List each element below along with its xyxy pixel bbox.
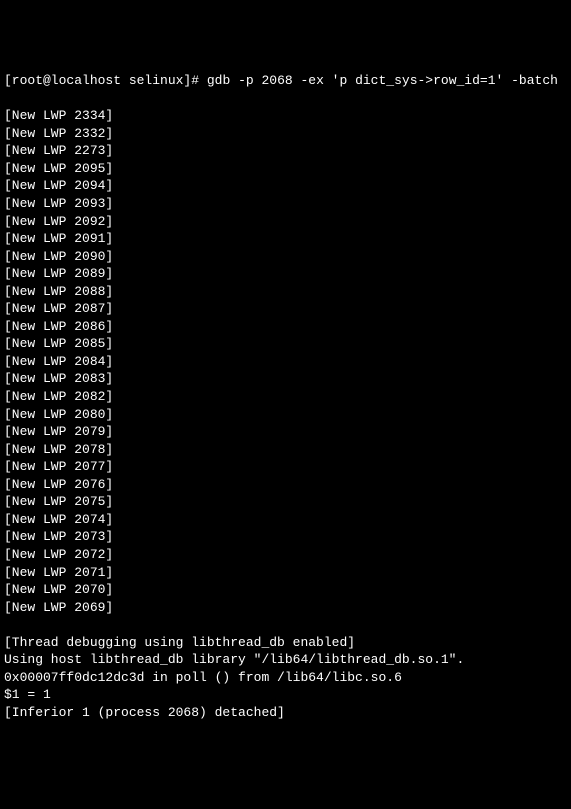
lwp-output-block: [New LWP 2334][New LWP 2332][New LWP 227… bbox=[4, 107, 567, 616]
lwp-output-line: [New LWP 2082] bbox=[4, 388, 567, 406]
lwp-output-line: [New LWP 2094] bbox=[4, 177, 567, 195]
lwp-output-line: [New LWP 2273] bbox=[4, 142, 567, 160]
lwp-output-line: [New LWP 2090] bbox=[4, 248, 567, 266]
output-line: $1 = 1 bbox=[4, 686, 567, 704]
lwp-output-line: [New LWP 2073] bbox=[4, 528, 567, 546]
lwp-output-line: [New LWP 2078] bbox=[4, 441, 567, 459]
lwp-output-line: [New LWP 2093] bbox=[4, 195, 567, 213]
footer-output-block: [Thread debugging using libthread_db ena… bbox=[4, 634, 567, 722]
lwp-output-line: [New LWP 2095] bbox=[4, 160, 567, 178]
prompt-user-host: [root@localhost selinux]# bbox=[4, 73, 199, 88]
lwp-output-line: [New LWP 2087] bbox=[4, 300, 567, 318]
lwp-output-line: [New LWP 2077] bbox=[4, 458, 567, 476]
lwp-output-line: [New LWP 2070] bbox=[4, 581, 567, 599]
lwp-output-line: [New LWP 2075] bbox=[4, 493, 567, 511]
lwp-output-line: [New LWP 2084] bbox=[4, 353, 567, 371]
lwp-output-line: [New LWP 2091] bbox=[4, 230, 567, 248]
lwp-output-line: [New LWP 2072] bbox=[4, 546, 567, 564]
output-line: Using host libthread_db library "/lib64/… bbox=[4, 651, 567, 669]
lwp-output-line: [New LWP 2088] bbox=[4, 283, 567, 301]
lwp-output-line: [New LWP 2085] bbox=[4, 335, 567, 353]
lwp-output-line: [New LWP 2080] bbox=[4, 406, 567, 424]
lwp-output-line: [New LWP 2083] bbox=[4, 370, 567, 388]
lwp-output-line: [New LWP 2071] bbox=[4, 564, 567, 582]
lwp-output-line: [New LWP 2079] bbox=[4, 423, 567, 441]
lwp-output-line: [New LWP 2086] bbox=[4, 318, 567, 336]
output-line: [Inferior 1 (process 2068) detached] bbox=[4, 704, 567, 722]
lwp-output-line: [New LWP 2092] bbox=[4, 213, 567, 231]
command-input[interactable]: gdb -p 2068 -ex 'p dict_sys->row_id=1' -… bbox=[207, 73, 558, 88]
lwp-output-line: [New LWP 2074] bbox=[4, 511, 567, 529]
command-line[interactable]: [root@localhost selinux]# gdb -p 2068 -e… bbox=[4, 72, 567, 90]
lwp-output-line: [New LWP 2332] bbox=[4, 125, 567, 143]
lwp-output-line: [New LWP 2089] bbox=[4, 265, 567, 283]
output-line: 0x00007ff0dc12dc3d in poll () from /lib6… bbox=[4, 669, 567, 687]
output-line: [Thread debugging using libthread_db ena… bbox=[4, 634, 567, 652]
lwp-output-line: [New LWP 2334] bbox=[4, 107, 567, 125]
lwp-output-line: [New LWP 2076] bbox=[4, 476, 567, 494]
lwp-output-line: [New LWP 2069] bbox=[4, 599, 567, 617]
